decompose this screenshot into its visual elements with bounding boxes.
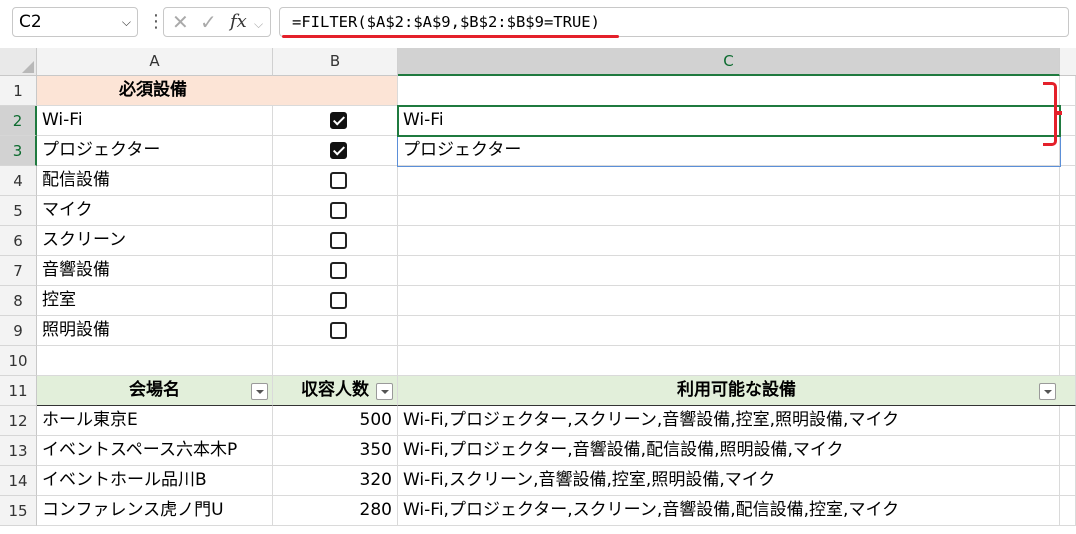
cell[interactable] — [1060, 136, 1076, 166]
name-box[interactable]: C2 ⌵ — [12, 7, 138, 37]
checkbox-cell[interactable] — [273, 286, 398, 316]
checkbox-cell[interactable] — [273, 106, 398, 136]
row-header-12[interactable]: 12 — [0, 406, 37, 436]
column-header-d[interactable] — [1060, 48, 1076, 76]
checkbox[interactable] — [330, 142, 347, 159]
row-header-1[interactable]: 1 — [0, 76, 37, 106]
cell[interactable] — [273, 346, 398, 376]
cell[interactable] — [1060, 286, 1076, 316]
row-header-11[interactable]: 11 — [0, 376, 37, 406]
equipment-name[interactable]: 照明設備 — [37, 316, 273, 346]
capacity-cell[interactable]: 500 — [273, 406, 398, 436]
active-cell-selection — [397, 105, 1061, 137]
facilities-cell[interactable]: Wi-Fi,プロジェクター,スクリーン,音響設備,配信設備,控室,マイク — [398, 496, 1076, 526]
name-box-value: C2 — [19, 12, 42, 32]
cell[interactable] — [398, 316, 1060, 346]
cell[interactable] — [398, 256, 1060, 286]
checkbox[interactable] — [330, 322, 347, 339]
row-header-4[interactable]: 4 — [0, 166, 37, 196]
checkbox[interactable] — [330, 172, 347, 189]
checkbox-cell[interactable] — [273, 316, 398, 346]
cancel-icon[interactable]: ✕ — [172, 10, 189, 34]
checkbox[interactable] — [330, 262, 347, 279]
cell[interactable] — [398, 286, 1060, 316]
row-header-9[interactable]: 9 — [0, 316, 37, 346]
table-header[interactable]: 利用可能な設備 — [398, 376, 1076, 406]
capacity-cell[interactable]: 320 — [273, 466, 398, 496]
row-header-5[interactable]: 5 — [0, 196, 37, 226]
sort-descending-icon[interactable] — [376, 383, 393, 400]
cell[interactable] — [37, 346, 273, 376]
confirm-icon[interactable]: ✓ — [200, 10, 217, 34]
row-header-13[interactable]: 13 — [0, 436, 37, 466]
checkbox[interactable] — [330, 232, 347, 249]
venue-name-cell[interactable]: ホール東京E — [37, 406, 273, 436]
table-header[interactable]: 収容人数 — [273, 376, 398, 406]
equipment-name[interactable]: マイク — [37, 196, 273, 226]
filter-dropdown-icon[interactable] — [251, 383, 268, 400]
table-header[interactable]: 会場名 — [37, 376, 273, 406]
facilities-cell[interactable]: Wi-Fi,プロジェクター,音響設備,配信設備,照明設備,マイク — [398, 436, 1076, 466]
chevron-down-icon[interactable]: ⌵ — [254, 12, 263, 36]
cell[interactable] — [1060, 316, 1076, 346]
row-header-7[interactable]: 7 — [0, 256, 37, 286]
row-header-14[interactable]: 14 — [0, 466, 37, 496]
checkbox-cell[interactable] — [273, 256, 398, 286]
checkbox[interactable] — [330, 292, 347, 309]
facilities-cell[interactable]: Wi-Fi,スクリーン,音響設備,控室,照明設備,マイク — [398, 466, 1076, 496]
equipment-name[interactable]: Wi-Fi — [37, 106, 273, 136]
venue-name-cell[interactable]: コンファレンス虎ノ門U — [37, 496, 273, 526]
cell[interactable] — [1060, 196, 1076, 226]
checkbox-cell[interactable] — [273, 136, 398, 166]
row-header-3[interactable]: 3 — [0, 136, 37, 166]
row-header-8[interactable]: 8 — [0, 286, 37, 316]
venue-name-cell[interactable]: イベントホール品川B — [37, 466, 273, 496]
cell[interactable] — [398, 166, 1060, 196]
insert-function-icon[interactable]: fx — [230, 10, 247, 34]
cell[interactable] — [398, 346, 1060, 376]
column-header-a[interactable]: A — [37, 48, 273, 76]
formula-text: =FILTER($A$2:$A$9,$B$2:$B$9=TRUE) — [292, 13, 600, 31]
venue-name-cell[interactable]: イベントスペース六本木P — [37, 436, 273, 466]
filter-dropdown-icon[interactable] — [1039, 383, 1056, 400]
formula-bar-area: C2 ⌵ ⋮ ✕ ✓ fx ⌵ =FILTER($A$2:$A$9,$B$2:$… — [0, 0, 1076, 48]
cell[interactable] — [1060, 106, 1076, 136]
row-header-2[interactable]: 2 — [0, 106, 37, 136]
select-all-button[interactable] — [0, 48, 37, 76]
cell[interactable] — [1060, 76, 1076, 106]
checkbox-cell[interactable] — [273, 226, 398, 256]
cell[interactable] — [1060, 166, 1076, 196]
chevron-down-icon[interactable]: ⌵ — [122, 8, 131, 36]
row-header-10[interactable]: 10 — [0, 346, 37, 376]
column-header-c[interactable]: C — [398, 48, 1060, 76]
checkbox[interactable] — [330, 112, 347, 129]
formula-underline-annotation — [282, 35, 619, 38]
checkbox[interactable] — [330, 202, 347, 219]
capacity-cell[interactable]: 350 — [273, 436, 398, 466]
row-header-15[interactable]: 15 — [0, 496, 37, 526]
facilities-cell[interactable]: Wi-Fi,プロジェクター,スクリーン,音響設備,控室,照明設備,マイク — [398, 406, 1076, 436]
cell[interactable] — [398, 226, 1060, 256]
cell[interactable] — [1060, 346, 1076, 376]
spill-bracket-annotation — [1043, 82, 1062, 146]
cell[interactable] — [1060, 226, 1076, 256]
equipment-name[interactable]: 音響設備 — [37, 256, 273, 286]
equipment-name[interactable]: 配信設備 — [37, 166, 273, 196]
formula-buttons: ✕ ✓ fx ⌵ — [163, 7, 271, 37]
checkbox-cell[interactable] — [273, 166, 398, 196]
equipment-name[interactable]: スクリーン — [37, 226, 273, 256]
equipment-name[interactable]: プロジェクター — [37, 136, 273, 166]
worksheet-grid[interactable]: A B C 1 2 3 4 5 6 7 8 9 10 11 12 13 14 15 必須設備 Wi-Fi プロジェ… — [0, 48, 1076, 534]
capacity-cell[interactable]: 280 — [273, 496, 398, 526]
row-header-6[interactable]: 6 — [0, 226, 37, 256]
cell[interactable] — [398, 196, 1060, 226]
cell[interactable] — [1060, 256, 1076, 286]
formula-input[interactable]: =FILTER($A$2:$A$9,$B$2:$B$9=TRUE) — [279, 7, 1069, 38]
checkbox-cell[interactable] — [273, 196, 398, 226]
column-header-b[interactable]: B — [273, 48, 398, 76]
equipment-header: 必須設備 — [37, 76, 398, 106]
cell[interactable] — [398, 76, 1060, 106]
equipment-name[interactable]: 控室 — [37, 286, 273, 316]
